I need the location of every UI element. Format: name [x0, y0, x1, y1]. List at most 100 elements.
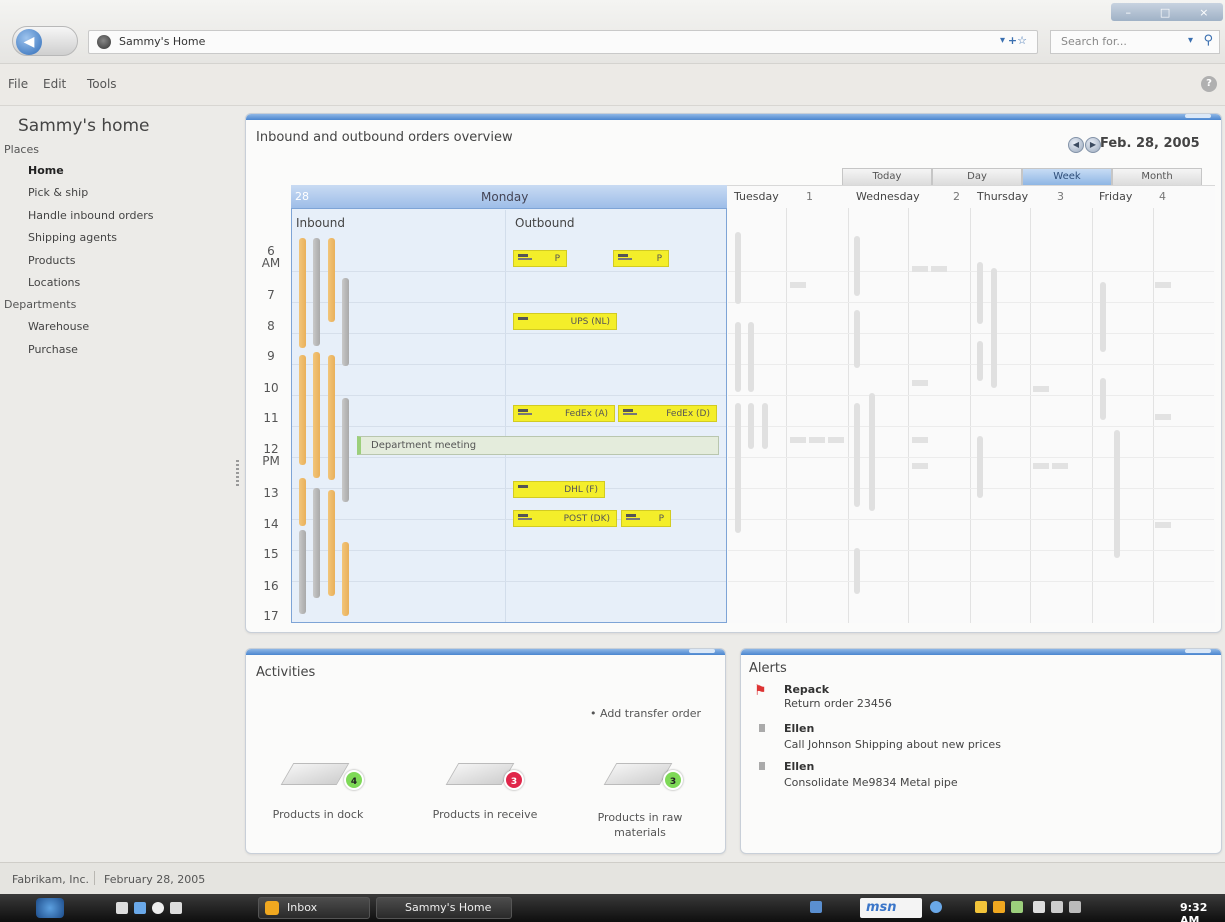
search-input[interactable]: Search for... ▾ ⚲ — [1050, 30, 1220, 54]
search-icon[interactable]: ⚲ — [1203, 33, 1213, 48]
day-thursday[interactable]: Thursday — [977, 190, 1028, 203]
week-event-marker[interactable] — [854, 310, 860, 368]
week-event-marker[interactable] — [790, 282, 806, 288]
add-favorite-icon[interactable]: +☆ — [1008, 34, 1027, 47]
outbound-event[interactable]: P — [513, 250, 567, 267]
sidebar-item-pick-ship[interactable]: Pick & ship — [28, 186, 88, 199]
add-transfer-order-link[interactable]: • Add transfer order — [590, 707, 701, 720]
msn-toolbar[interactable]: msn — [860, 898, 922, 918]
help-icon[interactable]: ? — [1201, 76, 1217, 92]
media-icon[interactable] — [152, 902, 164, 914]
week-event-marker[interactable] — [748, 322, 754, 392]
products-in-dock-label[interactable]: Products in dock — [258, 808, 378, 821]
week-event-marker[interactable] — [1052, 463, 1068, 469]
inbound-bar[interactable] — [342, 542, 349, 616]
signal-icon[interactable] — [1051, 901, 1063, 913]
volume-icon[interactable] — [1069, 901, 1081, 913]
week-event-marker[interactable] — [931, 266, 947, 272]
next-week-button[interactable]: ▶ — [1085, 137, 1101, 153]
inbound-bar[interactable] — [299, 238, 306, 348]
week-event-marker[interactable] — [854, 236, 860, 296]
tray-app-icon[interactable] — [975, 901, 987, 913]
outbound-event[interactable]: UPS (NL) — [513, 313, 617, 330]
inbound-bar[interactable] — [313, 352, 320, 478]
tray-outlook-icon[interactable] — [993, 901, 1005, 913]
taskbar-inbox-button[interactable]: Inbox — [258, 897, 370, 919]
inbound-bar[interactable] — [299, 478, 306, 526]
minimize-button[interactable]: – — [1125, 6, 1131, 19]
address-bar[interactable]: Sammy's Home ▾ +☆ — [88, 30, 1038, 54]
prev-week-button[interactable]: ◀ — [1068, 137, 1084, 153]
week-event-marker[interactable] — [735, 232, 741, 304]
inbound-bar[interactable] — [328, 238, 335, 322]
department-meeting-event[interactable]: Department meeting — [357, 436, 719, 455]
outbound-event[interactable]: FedEx (A) — [513, 405, 615, 422]
week-event-marker[interactable] — [735, 403, 741, 533]
outbound-event[interactable]: FedEx (D) — [618, 405, 717, 422]
sidebar-item-shipping-agents[interactable]: Shipping agents — [28, 231, 117, 244]
taskbar-sammys-home-button[interactable]: Sammy's Home — [376, 897, 512, 919]
week-event-marker[interactable] — [1155, 522, 1171, 528]
week-event-marker[interactable] — [869, 393, 875, 511]
outbound-event[interactable]: DHL (F) — [513, 481, 605, 498]
inbound-bar[interactable] — [342, 278, 349, 366]
network-icon[interactable] — [1011, 901, 1023, 913]
close-button[interactable]: × — [1199, 6, 1208, 19]
week-event-marker[interactable] — [1155, 282, 1171, 288]
search-dropdown-icon[interactable]: ▾ — [1188, 35, 1193, 46]
alert-name[interactable]: Ellen — [784, 722, 814, 735]
browser-icon[interactable] — [134, 902, 146, 914]
menu-file[interactable]: File — [8, 77, 28, 91]
week-event-marker[interactable] — [790, 437, 806, 443]
day-tuesday[interactable]: Tuesday — [734, 190, 779, 203]
inbound-bar[interactable] — [328, 490, 335, 596]
tab-day[interactable]: Day — [932, 168, 1022, 185]
week-event-marker[interactable] — [1114, 430, 1120, 558]
week-event-marker[interactable] — [912, 437, 928, 443]
week-event-marker[interactable] — [854, 403, 860, 507]
alert-name[interactable]: Repack — [784, 683, 829, 696]
day-friday[interactable]: Friday — [1099, 190, 1132, 203]
sidebar-item-products[interactable]: Products — [28, 254, 76, 267]
week-event-marker[interactable] — [912, 266, 928, 272]
week-event-marker[interactable] — [828, 437, 844, 443]
week-event-marker[interactable] — [748, 403, 754, 449]
products-in-receive-label[interactable]: Products in receive — [420, 808, 550, 821]
week-event-marker[interactable] — [735, 322, 741, 392]
desktop-icon[interactable] — [116, 902, 128, 914]
tray-icon[interactable] — [280, 757, 353, 791]
sidebar-item-home[interactable]: Home — [28, 164, 64, 177]
sidebar-item-handle-inbound[interactable]: Handle inbound orders — [28, 209, 154, 222]
inbound-bar[interactable] — [299, 355, 306, 465]
week-event-marker[interactable] — [1033, 386, 1049, 392]
week-event-marker[interactable] — [1155, 414, 1171, 420]
products-in-raw-materials-label[interactable]: Products in raw materials — [590, 810, 690, 840]
start-button[interactable] — [36, 898, 64, 918]
back-button[interactable]: ◀ — [12, 26, 78, 56]
sidebar-item-locations[interactable]: Locations — [28, 276, 80, 289]
week-event-marker[interactable] — [912, 463, 928, 469]
week-event-marker[interactable] — [854, 548, 860, 594]
mail-icon[interactable] — [170, 902, 182, 914]
week-event-marker[interactable] — [912, 380, 928, 386]
tab-month[interactable]: Month — [1112, 168, 1202, 185]
inbound-bar[interactable] — [328, 355, 335, 480]
address-dropdown-icon[interactable]: ▾ — [1000, 35, 1005, 46]
media-player-icon[interactable] — [930, 901, 942, 913]
monday-header[interactable]: 28 Monday — [291, 185, 727, 209]
week-event-marker[interactable] — [991, 268, 997, 388]
menu-tools[interactable]: Tools — [87, 77, 117, 91]
menu-edit[interactable]: Edit — [43, 77, 66, 91]
sidebar-item-warehouse[interactable]: Warehouse — [28, 320, 89, 333]
outbound-event[interactable]: P — [621, 510, 671, 527]
week-event-marker[interactable] — [1100, 378, 1106, 420]
week-area[interactable] — [727, 185, 1215, 623]
tray-app-icon[interactable] — [810, 901, 822, 913]
outbound-event[interactable]: POST (DK) — [513, 510, 617, 527]
alert-name[interactable]: Ellen — [784, 760, 814, 773]
sidebar-item-purchase[interactable]: Purchase — [28, 343, 78, 356]
device-icon[interactable] — [1033, 901, 1045, 913]
tab-week[interactable]: Week — [1022, 168, 1112, 185]
week-event-marker[interactable] — [977, 436, 983, 498]
week-event-marker[interactable] — [809, 437, 825, 443]
